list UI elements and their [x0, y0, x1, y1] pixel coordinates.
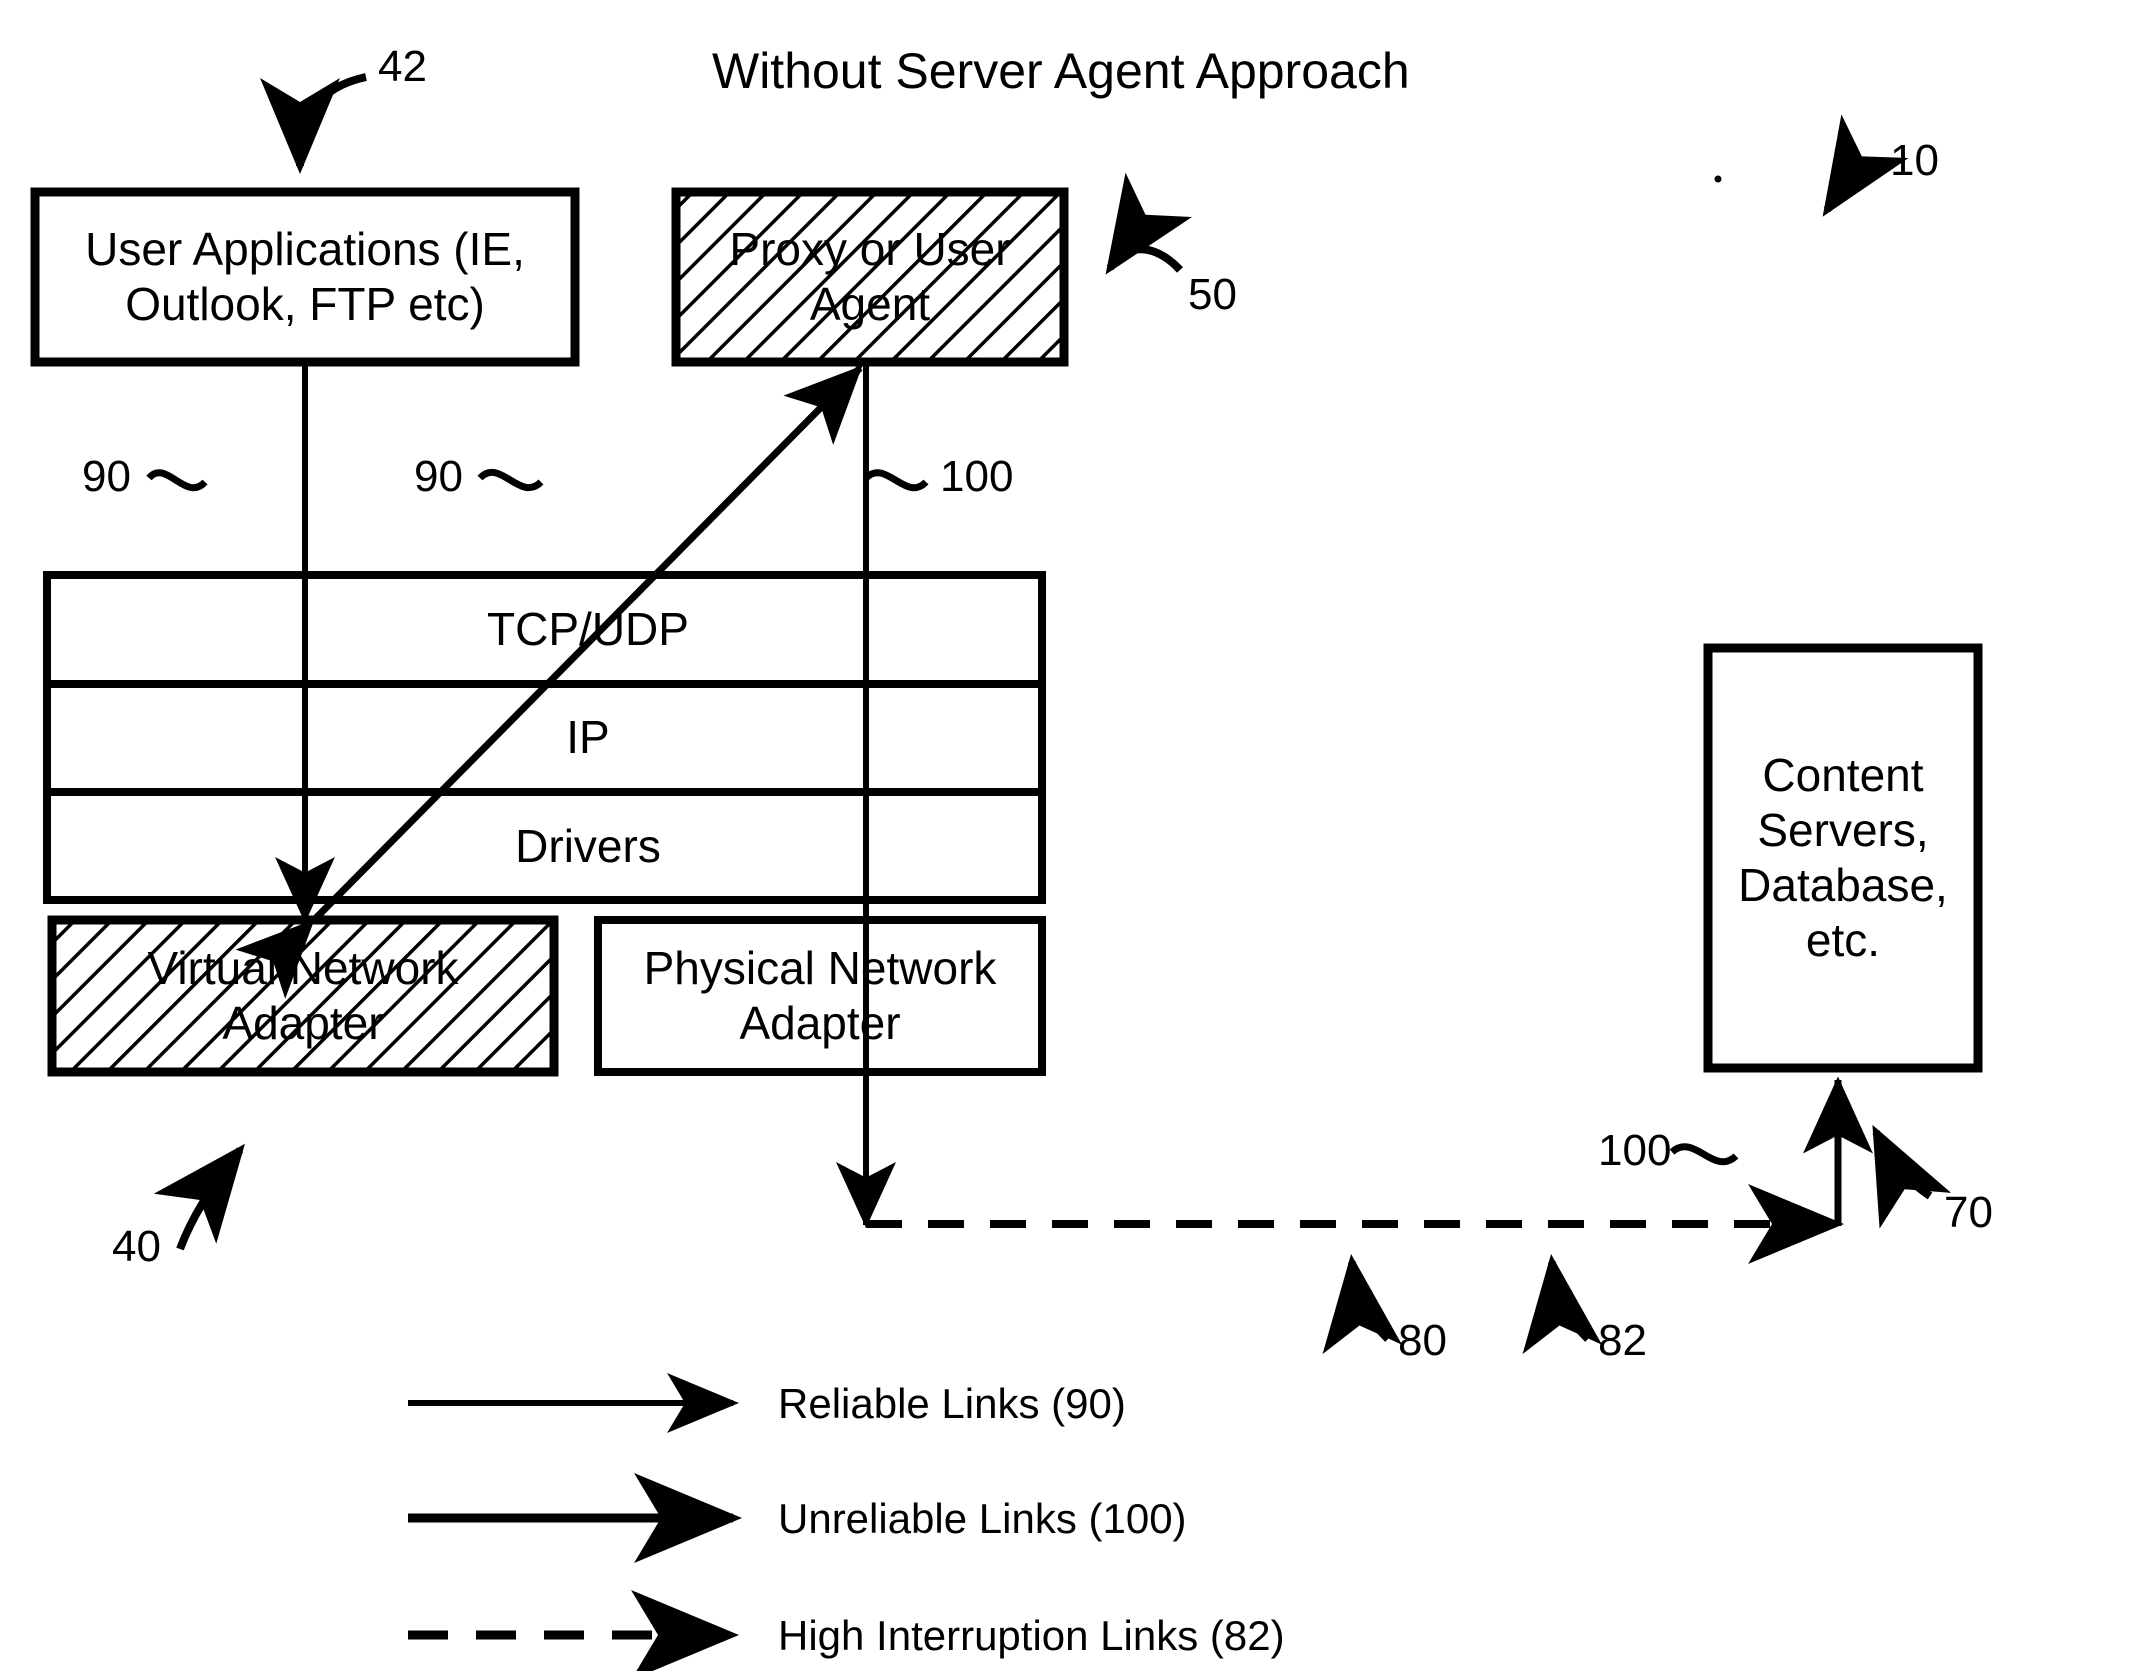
- content-servers-label: Content Servers, Database, etc.: [1738, 748, 1948, 967]
- legend-item-high-interruption-links: High Interruption Links (82): [778, 1612, 1285, 1659]
- virtual-network-adapter-label: Virtual Network Adapter: [147, 941, 459, 1049]
- ref-number-70: 70: [1944, 1188, 1993, 1237]
- ref-number-80: 80: [1398, 1316, 1447, 1365]
- ref-number-90-mid: 90: [414, 452, 463, 501]
- ref-number-40: 40: [112, 1222, 161, 1271]
- physical-network-adapter-label: Physical Network Adapter: [643, 941, 997, 1049]
- stray-dot: [1714, 175, 1722, 183]
- ref-number-100-bottom: 100: [1598, 1126, 1672, 1175]
- figure-title: Without Server Agent Approach: [712, 43, 1410, 99]
- patent-figure: Without Server Agent Approach User Appli…: [0, 0, 2152, 1671]
- ref-number-10: 10: [1890, 136, 1939, 185]
- ref-number-50: 50: [1188, 270, 1237, 319]
- user-applications-label: User Applications (IE, Outlook, FTP etc): [85, 222, 525, 330]
- ip-label: IP: [566, 711, 610, 764]
- tcp-udp-label: TCP/UDP: [487, 603, 689, 656]
- proxy-or-user-agent-label: Proxy or User Agent: [729, 222, 1011, 330]
- ref-number-42: 42: [378, 42, 427, 91]
- legend-sample-lines: [408, 1373, 742, 1671]
- legend-item-reliable-links: Reliable Links (90): [778, 1380, 1126, 1427]
- ref-number-90-left: 90: [82, 452, 131, 501]
- legend-item-unreliable-links: Unreliable Links (100): [778, 1495, 1187, 1542]
- ref-number-82: 82: [1598, 1316, 1647, 1365]
- drivers-label: Drivers: [515, 820, 661, 873]
- ref-number-100-top: 100: [940, 452, 1014, 501]
